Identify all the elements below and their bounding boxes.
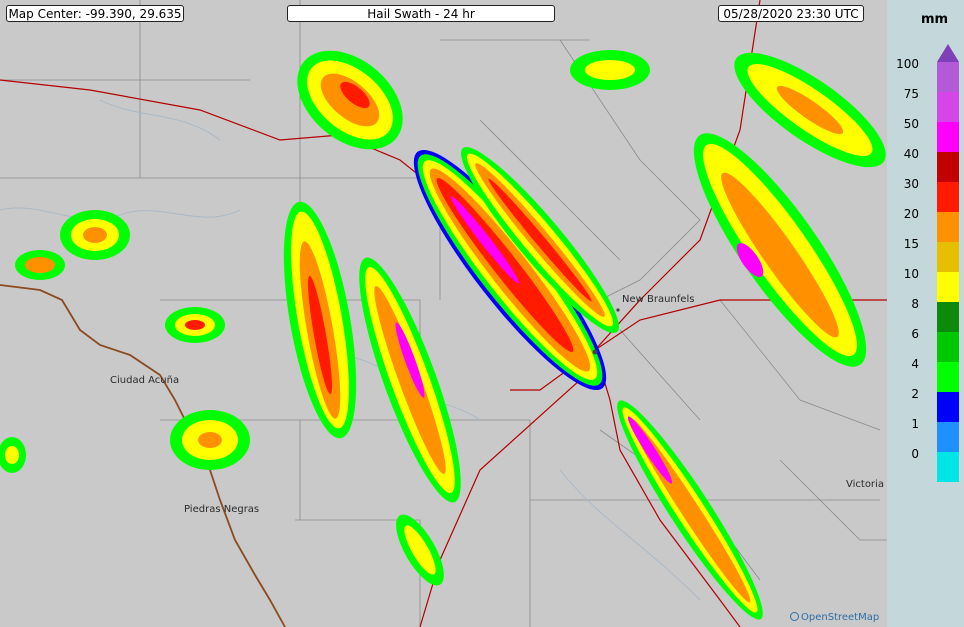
legend-swatch-2 [937, 392, 959, 422]
legend-swatch-50 [937, 122, 959, 152]
legend-panel: mm 100 75 50 40 30 20 15 10 8 6 4 2 1 0 [887, 0, 964, 627]
legend-swatch-0 [937, 452, 959, 482]
legend-label-15: 15 [903, 237, 919, 251]
legend-unit: mm [920, 12, 949, 27]
legend-swatch-10 [937, 272, 959, 302]
legend-label-8: 8 [911, 297, 919, 311]
legend-label-75: 75 [903, 87, 919, 101]
city-label-piedras-negras: Piedras Negras [184, 504, 260, 515]
legend-swatch-15 [937, 242, 959, 272]
legend-label-40: 40 [903, 147, 919, 161]
city-label-ciudad-acuna: Ciudad Acuña [110, 375, 180, 386]
swath-west [283, 201, 357, 439]
hail-swaths [0, 50, 886, 620]
map-view[interactable]: Map Center: -99.390, 29.635 Hail Swath -… [0, 0, 887, 627]
legend-swatch-20 [937, 212, 959, 242]
legend-overflow-arrow-icon [937, 44, 959, 62]
legend-swatch-40 [937, 152, 959, 182]
new-braunfels-marker [616, 308, 620, 312]
legend-label-100: 100 [896, 57, 919, 71]
map-center-readout: Map Center: -99.390, 29.635 [6, 5, 184, 22]
legend-label-50: 50 [903, 117, 919, 131]
product-title: Hail Swath - 24 hr [287, 5, 555, 22]
legend-label-20: 20 [903, 207, 919, 221]
legend-label-30: 30 [903, 177, 919, 191]
legend-swatch-4 [937, 362, 959, 392]
city-label-victoria: Victoria [846, 479, 884, 490]
city-label-new-braunfels: New Braunfels [622, 294, 695, 305]
legend-swatch-100 [937, 62, 959, 92]
timestamp: 05/28/2020 23:30 UTC [718, 5, 864, 22]
legend-label-6: 6 [911, 327, 919, 341]
legend-swatch-1 [937, 422, 959, 452]
legend-label-1: 1 [911, 417, 919, 431]
legend-swatch-6 [937, 332, 959, 362]
legend-swatch-8 [937, 302, 959, 332]
swath-west-2 [359, 257, 461, 503]
legend-label-2: 2 [911, 387, 919, 401]
legend-swatch-75 [937, 92, 959, 122]
legend-label-10: 10 [903, 267, 919, 281]
osm-logo-icon [790, 612, 799, 621]
legend-swatch-30 [937, 182, 959, 212]
swath-southeast [617, 400, 763, 620]
map-canvas [0, 0, 887, 627]
legend-label-0: 0 [911, 447, 919, 461]
san-antonio-marker [592, 349, 598, 355]
map-attribution[interactable]: OpenStreetMap [790, 612, 879, 623]
legend-label-4: 4 [911, 357, 919, 371]
